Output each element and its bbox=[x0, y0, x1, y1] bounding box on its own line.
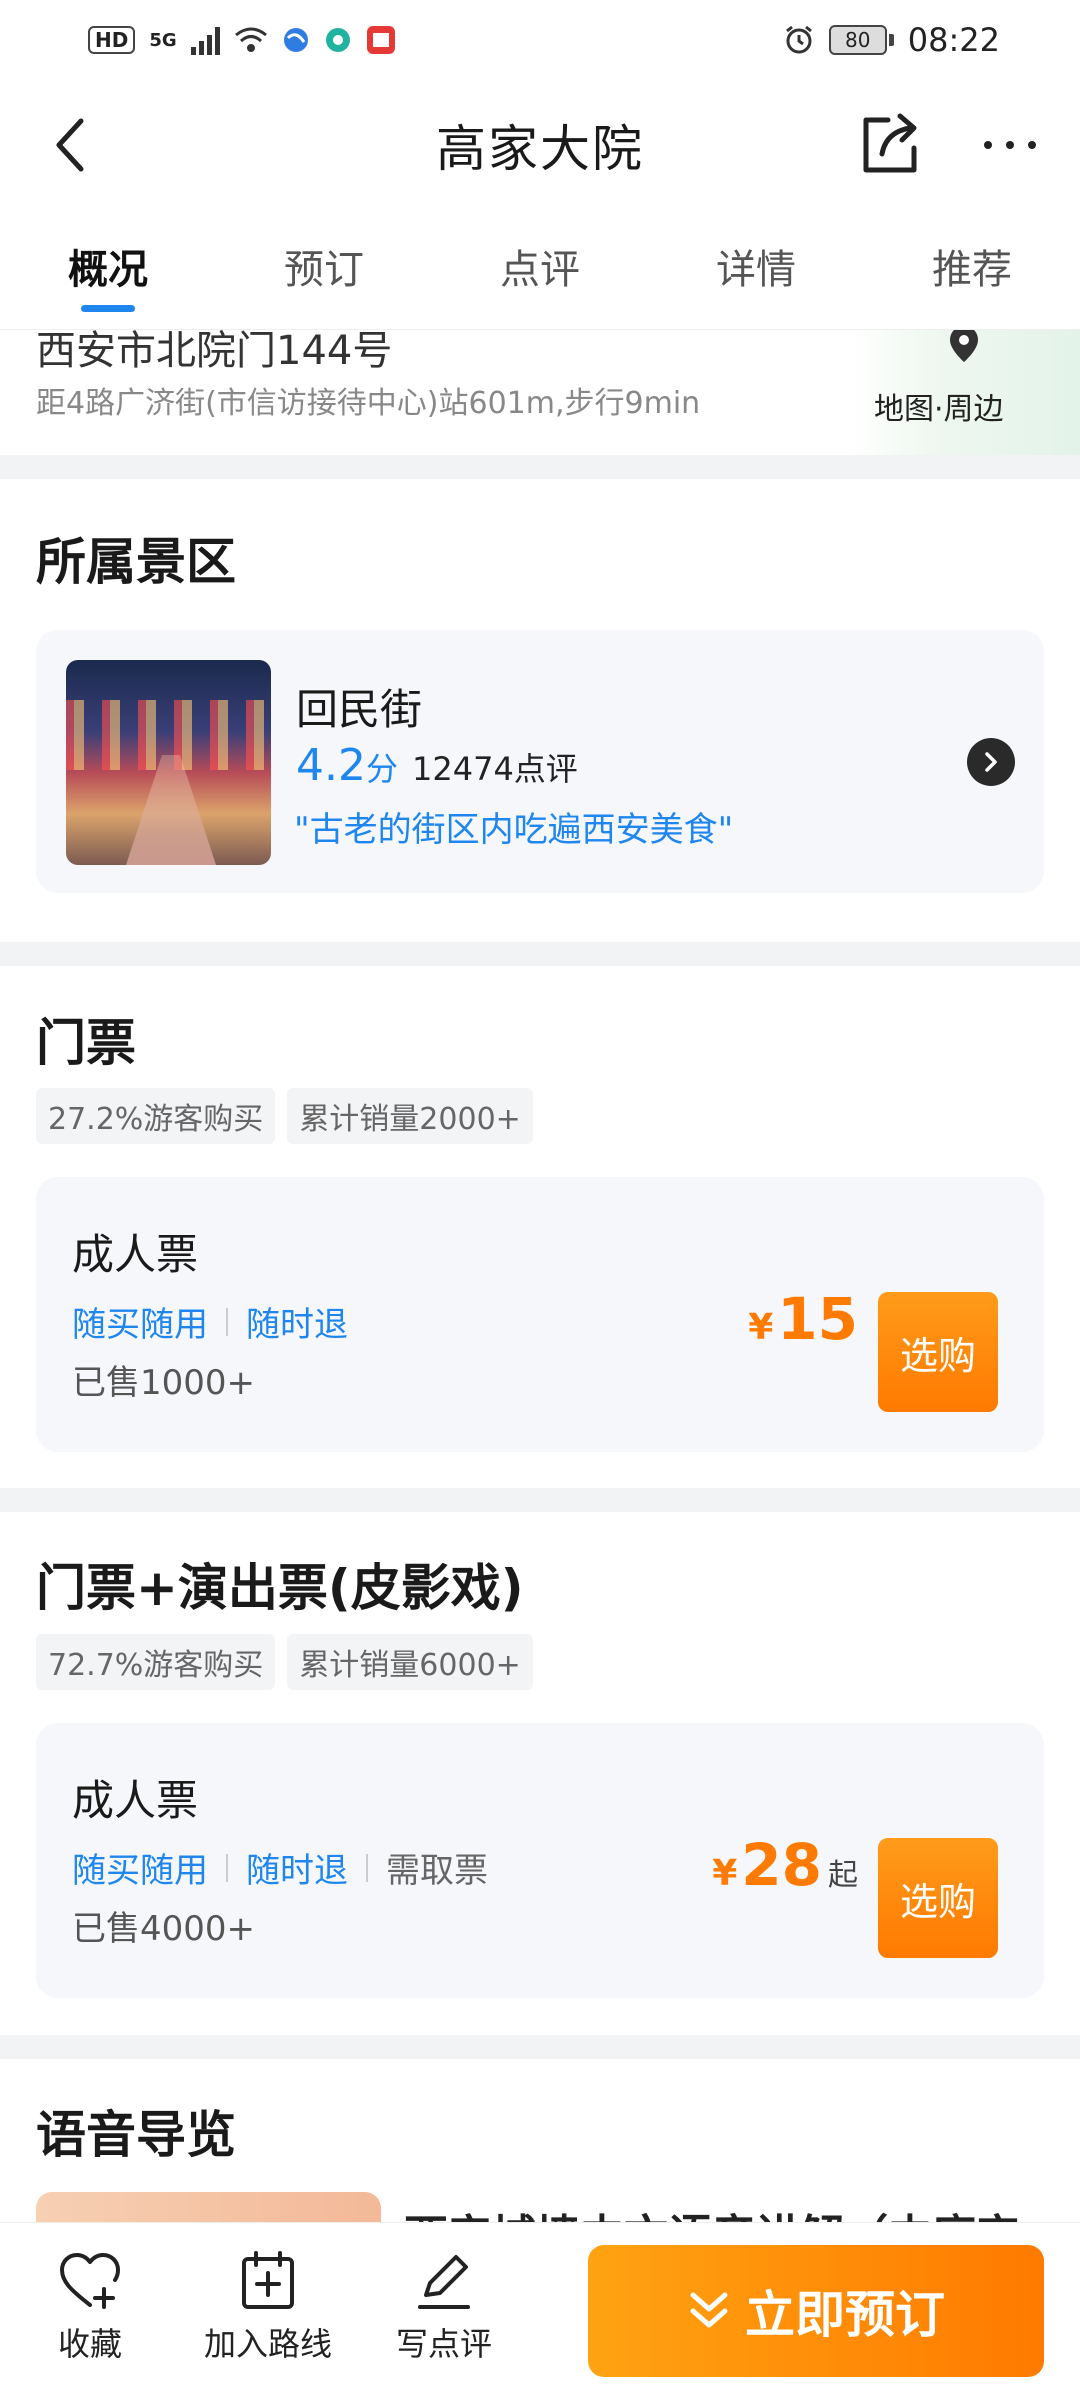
write-review-button[interactable]: 写点评 bbox=[396, 2251, 492, 2365]
ticket-combo-tags: 72.7%游客购买 累计销量6000+ bbox=[36, 1634, 533, 1690]
chevron-left-icon bbox=[56, 118, 84, 172]
status-bar: HD 5G 80 08:22 bbox=[0, 0, 1080, 80]
ticket-price: ¥ 15 bbox=[748, 1285, 858, 1353]
purchase-rate-tag: 27.2%游客购买 bbox=[36, 1088, 276, 1144]
scenic-quote: "古老的街区内吃遍西安美食" bbox=[294, 810, 734, 850]
map-nearby-button[interactable]: 地图·周边 bbox=[850, 310, 1080, 455]
ticket-card[interactable]: 成人票 随买随用 随时退 已售1000+ ¥ 15 选购 bbox=[36, 1177, 1044, 1452]
ticket-combo-section-title: 门票+演出票(皮影戏) bbox=[36, 1559, 524, 1617]
calendar-plus-icon bbox=[242, 2251, 294, 2309]
status-right: 80 08:22 bbox=[783, 21, 1000, 59]
rating-unit: 分 bbox=[365, 750, 398, 788]
sales-volume-tag: 累计销量2000+ bbox=[287, 1088, 533, 1144]
book-now-label: 立即预订 bbox=[745, 2286, 945, 2344]
address-block: 西安市北院门144号 距4路广济街(市信访接待中心)站601m,步行9min 地… bbox=[0, 310, 1080, 455]
scenic-card[interactable]: 回民街 4.2 分 12474点评 "古老的街区内吃遍西安美食" bbox=[36, 630, 1044, 893]
ticket-tags: 27.2%游客购买 累计销量2000+ bbox=[36, 1088, 533, 1144]
add-route-label: 加入路线 bbox=[204, 2325, 333, 2363]
location-pin-icon bbox=[950, 326, 978, 362]
section-divider bbox=[0, 942, 1080, 966]
select-buy-button[interactable]: 选购 bbox=[878, 1838, 998, 1958]
ticket-sold-count: 已售1000+ bbox=[72, 1363, 256, 1403]
wifi-icon bbox=[234, 27, 267, 52]
share-button[interactable] bbox=[852, 106, 928, 182]
feature-refund-anytime: 随时退 bbox=[246, 1305, 348, 1345]
ticket-features: 随买随用 随时退 需取票 bbox=[72, 1843, 488, 1892]
ticket-features: 随买随用 随时退 bbox=[72, 1297, 348, 1346]
double-chevron-down-icon bbox=[690, 2292, 728, 2328]
back-button[interactable] bbox=[36, 110, 106, 180]
add-route-button[interactable]: 加入路线 bbox=[204, 2251, 332, 2365]
section-divider bbox=[0, 455, 1080, 479]
scenic-photo bbox=[66, 660, 271, 865]
ticket-price: ¥ 28 起 bbox=[712, 1831, 858, 1899]
map-nearby-label: 地图·周边 bbox=[874, 392, 1004, 427]
ticket-name: 成人票 bbox=[72, 1230, 199, 1279]
signal-icon bbox=[190, 25, 220, 55]
scenic-section-title: 所属景区 bbox=[36, 533, 236, 591]
purchase-rate-tag: 72.7%游客购买 bbox=[36, 1634, 276, 1690]
status-left: HD 5G bbox=[88, 25, 396, 55]
tab-booking[interactable]: 预订 bbox=[216, 210, 432, 330]
price-value: 28 bbox=[741, 1831, 822, 1899]
page-title: 高家大院 bbox=[436, 120, 644, 178]
scenic-name: 回民街 bbox=[296, 685, 423, 734]
write-review-label: 写点评 bbox=[396, 2325, 493, 2363]
favorite-label: 收藏 bbox=[58, 2325, 123, 2363]
battery-level: 80 bbox=[828, 25, 887, 55]
network-label: 5G bbox=[149, 29, 177, 51]
app-header: 高家大院 bbox=[0, 80, 1080, 210]
reader-app-icon bbox=[366, 26, 395, 54]
tab-overview[interactable]: 概况 bbox=[0, 210, 216, 330]
pencil-icon bbox=[418, 2255, 470, 2309]
tab-reviews[interactable]: 点评 bbox=[432, 210, 648, 330]
price-value: 15 bbox=[777, 1285, 858, 1353]
ticket-combo-card[interactable]: 成人票 随买随用 随时退 需取票 已售4000+ ¥ 28 起 选购 bbox=[36, 1723, 1044, 1998]
rating-score: 4.2 bbox=[296, 740, 366, 791]
price-from-suffix: 起 bbox=[828, 1858, 858, 1893]
currency-symbol: ¥ bbox=[748, 1307, 774, 1348]
tab-details[interactable]: 详情 bbox=[648, 210, 864, 330]
clock: 08:22 bbox=[907, 21, 1000, 59]
select-buy-button[interactable]: 选购 bbox=[878, 1292, 998, 1412]
alarm-icon bbox=[785, 25, 812, 54]
feature-use-anytime: 随买随用 bbox=[72, 1851, 208, 1891]
sales-volume-tag: 累计销量6000+ bbox=[287, 1634, 533, 1690]
feature-refund-anytime: 随时退 bbox=[246, 1851, 348, 1891]
scenic-rating: 4.2 分 12474点评 bbox=[296, 740, 578, 791]
heart-plus-icon bbox=[60, 2253, 120, 2309]
hd-icon: HD bbox=[88, 26, 136, 54]
currency-symbol: ¥ bbox=[712, 1853, 738, 1894]
ticket-name: 成人票 bbox=[72, 1776, 199, 1825]
ticket-section-title: 门票 bbox=[36, 1014, 136, 1072]
tab-bar: 概况 预订 点评 详情 推荐 bbox=[0, 210, 1080, 330]
mobile-app-icon bbox=[325, 28, 350, 52]
feature-pickup-required: 需取票 bbox=[386, 1851, 488, 1891]
battery-icon: 80 bbox=[828, 25, 894, 55]
browser-icon bbox=[283, 28, 308, 52]
scenic-arrow-button[interactable] bbox=[967, 738, 1015, 786]
chevron-right-icon bbox=[985, 752, 997, 772]
book-now-button[interactable]: 立即预订 bbox=[588, 2245, 1044, 2377]
favorite-button[interactable]: 收藏 bbox=[58, 2251, 122, 2365]
share-icon bbox=[863, 113, 917, 173]
section-divider bbox=[0, 2035, 1080, 2059]
review-count: 12474点评 bbox=[412, 750, 578, 788]
audio-guide-section-title: 语音导览 bbox=[36, 2106, 236, 2164]
transit-distance: 距4路广济街(市信访接待中心)站601m,步行9min bbox=[36, 386, 701, 421]
feature-use-anytime: 随买随用 bbox=[72, 1305, 208, 1345]
bottom-action-bar: 收藏 加入路线 写点评 立即预订 bbox=[0, 2222, 1080, 2400]
ticket-sold-count: 已售4000+ bbox=[72, 1909, 256, 1949]
more-options-button[interactable] bbox=[972, 110, 1048, 180]
tab-recommend[interactable]: 推荐 bbox=[864, 210, 1080, 330]
section-divider bbox=[0, 1488, 1080, 1512]
